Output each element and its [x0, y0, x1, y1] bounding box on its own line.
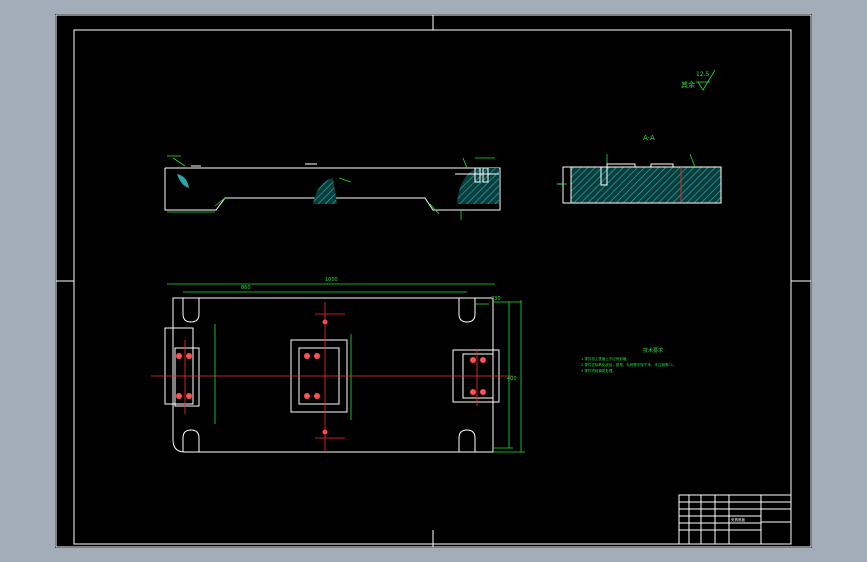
- title-block: 夹具底板: [678, 494, 792, 545]
- plan-view: 1000 860 400 330: [151, 277, 525, 453]
- title-block-name: 夹具底板: [731, 517, 745, 522]
- front-view: [164, 155, 501, 220]
- dim-side: 330: [491, 296, 501, 302]
- tech-req-title: 技术要求: [643, 347, 663, 354]
- roughness-label: 其余: [681, 80, 695, 89]
- roughness-symbol: 其余 12.5: [681, 69, 716, 91]
- front-section-left: [177, 174, 189, 188]
- drawing-sheet: 其余 12.5 A-A 1000 860 400 330 技术要求 1.零件加工…: [55, 14, 812, 548]
- plan-holes: [176, 319, 486, 435]
- plan-dimensions: [167, 283, 525, 453]
- roughness-value: 12.5: [696, 71, 710, 78]
- tech-req-line-1: 1.零件加工表面上不应有划痕。: [581, 356, 630, 361]
- plan-center-lines: [151, 302, 513, 452]
- tech-req-line-3: 3.零件须经调质处理。: [581, 368, 616, 373]
- tech-req-line-2: 2.零件去除氧化皮后，锐角、毛刺等去除干净，未注倒角C1。: [581, 362, 677, 367]
- dim-overall-length: 1000: [325, 277, 338, 283]
- section-label: A-A: [643, 134, 655, 142]
- section-hatch: [571, 167, 721, 203]
- front-section-right: [457, 168, 499, 204]
- inner-frame: [73, 29, 792, 545]
- dim-inner-length: 860: [241, 285, 251, 291]
- front-section-mid: [313, 178, 337, 204]
- plan-slots: [182, 298, 476, 452]
- cad-viewport: 其余 12.5 A-A 1000 860 400 330 技术要求 1.零件加工…: [0, 0, 867, 562]
- outer-frame: [55, 14, 812, 548]
- drawing-canvas[interactable]: 其余 12.5 A-A 1000 860 400 330 技术要求 1.零件加工…: [55, 14, 812, 548]
- dim-height: 400: [507, 376, 517, 382]
- tech-requirements: 技术要求 1.零件加工表面上不应有划痕。 2.零件去除氧化皮后，锐角、毛刺等去除…: [581, 347, 677, 373]
- section-view: A-A: [557, 134, 722, 204]
- frame-center-marks: [56, 15, 811, 547]
